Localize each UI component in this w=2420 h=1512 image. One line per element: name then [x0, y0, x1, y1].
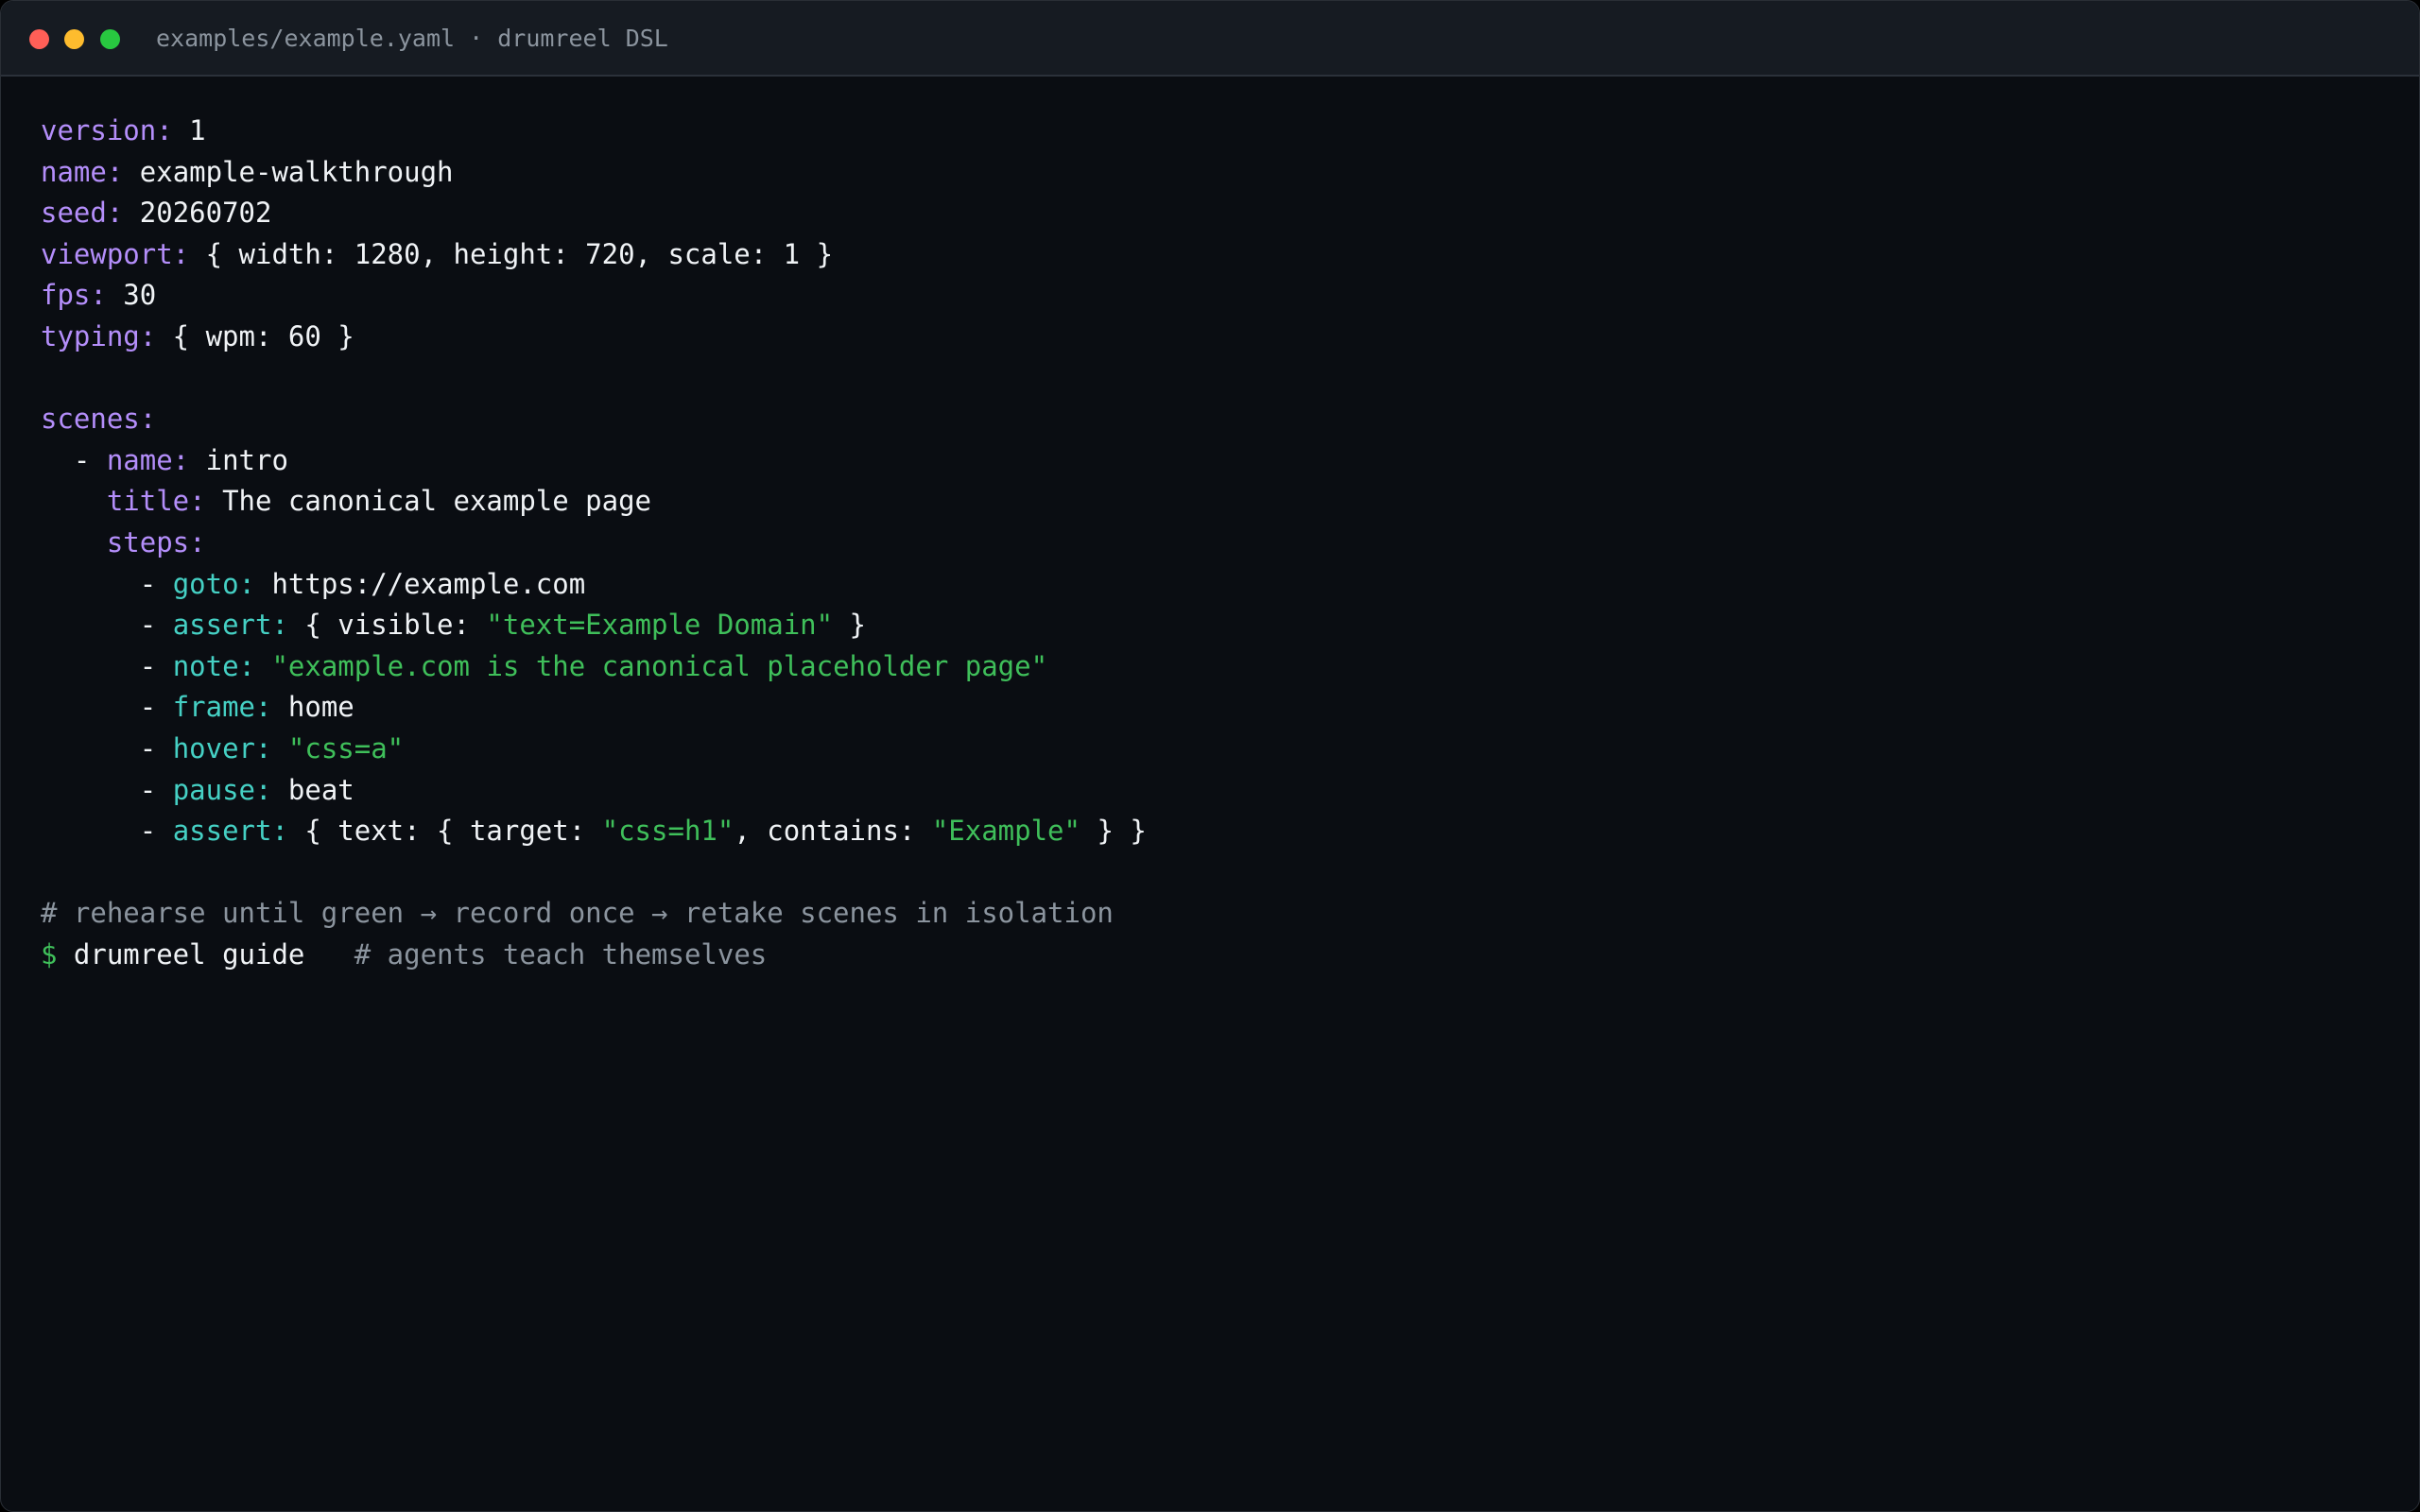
step-key: goto:	[172, 567, 255, 600]
minimize-window-button[interactable]	[64, 29, 84, 49]
yaml-key: name:	[106, 443, 190, 476]
code-line: seed: 20260702	[41, 193, 2381, 234]
code-line: steps:	[41, 523, 2381, 564]
code-line: viewport: { width: 1280, height: 720, sc…	[41, 234, 2381, 276]
comment-line: # rehearse until green → record once → r…	[41, 893, 2381, 935]
yaml-key: scenes:	[41, 403, 157, 436]
yaml-key: title:	[106, 485, 206, 518]
code-line: scenes:	[41, 399, 2381, 440]
step-line: - note: "example.com is the canonical pl…	[41, 649, 1048, 682]
yaml-key: viewport:	[41, 237, 190, 270]
title-bar: examples/example.yaml · drumreel DSL	[1, 1, 2419, 77]
yaml-key: fps:	[41, 279, 107, 312]
yaml-key: name:	[41, 155, 124, 188]
code-line: version: 1	[41, 111, 2381, 152]
yaml-value: home	[271, 691, 354, 724]
yaml-value: { wpm: 60 }	[156, 319, 354, 352]
yaml-value: example-walkthrough	[123, 155, 454, 188]
step-key: note:	[172, 649, 255, 682]
code-line: - name: intro	[41, 443, 288, 476]
yaml-key: typing:	[41, 319, 157, 352]
yaml-value: { width: 1280, height: 720, scale: 1 }	[189, 237, 834, 270]
code-line: name: example-walkthrough	[41, 152, 2381, 194]
window-title: examples/example.yaml · drumreel DSL	[156, 25, 668, 52]
code-line: title: The canonical example page	[41, 481, 2381, 523]
yaml-value: 1	[172, 114, 206, 146]
step-key: frame:	[172, 691, 272, 724]
string-literal: "example.com is the canonical placeholde…	[271, 649, 1048, 682]
yaml-key: steps:	[106, 525, 206, 558]
yaml-value: 30	[106, 279, 157, 312]
step-line: - goto: https://example.com	[41, 567, 586, 600]
code-line: fps: 30	[41, 275, 2381, 317]
yaml-key: seed:	[41, 197, 124, 230]
yaml-value: 20260702	[123, 197, 272, 230]
code-editor[interactable]: version: 1 name: example-walkthrough see…	[41, 111, 2381, 975]
step-key: assert:	[172, 609, 288, 642]
step-key: hover:	[172, 731, 272, 765]
code-line: typing: { wpm: 60 }	[41, 317, 2381, 358]
step-line: - assert: { text: { target: "css=h1", co…	[41, 815, 1147, 848]
step-line: - hover: "css=a"	[41, 731, 405, 765]
string-literal: "css=h1"	[601, 815, 735, 848]
yaml-value: intro	[189, 443, 288, 476]
yaml-value: beat	[271, 773, 354, 806]
comment-text: # agents teach themselves	[304, 937, 768, 971]
step-key: pause:	[172, 773, 272, 806]
step-key: assert:	[172, 815, 288, 848]
yaml-value: https://example.com	[255, 567, 586, 600]
command-text: drumreel guide	[57, 937, 305, 971]
string-literal: "css=a"	[287, 731, 405, 765]
command-line: $ drumreel guide # agents teach themselv…	[41, 935, 2381, 976]
close-window-button[interactable]	[29, 29, 49, 49]
yaml-value: The canonical example page	[205, 485, 652, 518]
string-literal: "Example"	[931, 815, 1080, 848]
yaml-key: version:	[41, 114, 173, 146]
terminal-window: examples/example.yaml · drumreel DSL ver…	[0, 0, 2420, 1512]
comment-text: # rehearse until green → record once → r…	[41, 897, 1114, 930]
step-line: - pause: beat	[41, 773, 354, 806]
prompt-symbol: $	[41, 937, 58, 971]
string-literal: "text=Example Domain"	[486, 609, 834, 642]
step-line: - assert: { visible: "text=Example Domai…	[41, 609, 866, 642]
maximize-window-button[interactable]	[100, 29, 120, 49]
step-line: - frame: home	[41, 691, 354, 724]
